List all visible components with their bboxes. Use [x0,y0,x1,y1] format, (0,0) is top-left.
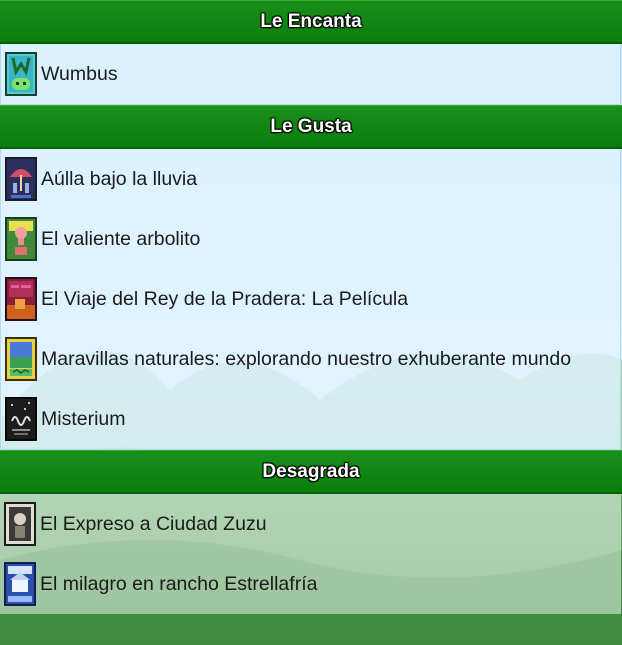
list-item[interactable]: Wumbus [1,44,620,104]
list-item-label: El milagro en rancho Estrellafría [40,572,318,595]
dislikes-header: Desagrada [0,450,622,494]
list-item-label: Aúlla bajo la lluvia [41,167,198,190]
list-item[interactable]: El valiente arbolito [1,209,620,269]
zuzu-express-cover-icon [4,502,36,546]
wumbus-cover-icon [5,52,37,96]
list-item-label: Wumbus [41,62,118,85]
list-item-label: El Expreso a Ciudad Zuzu [40,512,267,535]
list-item-label: Misterium [41,407,126,430]
list-item-label: El valiente arbolito [41,227,201,250]
list-item[interactable]: El Viaje del Rey de la Pradera: La Pelíc… [1,269,620,329]
list-item-label: El Viaje del Rey de la Pradera: La Pelíc… [41,287,409,310]
umbrella-cover-icon [5,157,37,201]
likes-list: Aúlla bajo la lluvia El valiente arbolit… [0,149,621,450]
list-item[interactable]: Aúlla bajo la lluvia [1,149,620,209]
little-tree-cover-icon [5,217,37,261]
frost-ranch-cover-icon [4,562,36,606]
misterium-cover-icon [5,397,37,441]
list-item-label: Maravillas naturales: explorando nuestro… [41,347,572,370]
dislikes-list: El Expreso a Ciudad Zuzu El milagro en r… [0,494,621,614]
natural-wonders-cover-icon [5,337,37,381]
list-item[interactable]: Maravillas naturales: explorando nuestro… [1,329,620,389]
prairie-king-cover-icon [5,277,37,321]
list-item[interactable]: El Expreso a Ciudad Zuzu [0,494,621,554]
list-item[interactable]: Misterium [1,389,620,449]
loves-header: Le Encanta [0,0,622,44]
loves-list: Wumbus [0,44,621,105]
likes-header: Le Gusta [0,105,622,149]
list-item[interactable]: El milagro en rancho Estrellafría [0,554,621,614]
